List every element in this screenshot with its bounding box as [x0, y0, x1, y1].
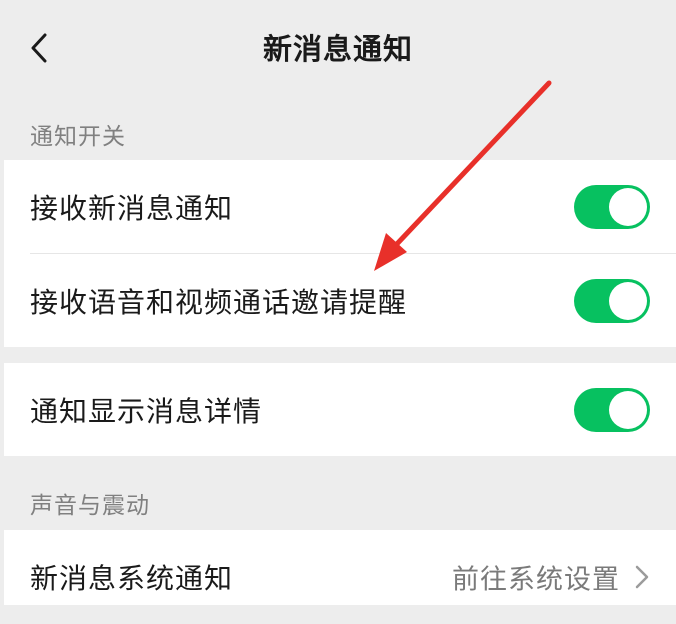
- row-label: 新消息系统通知: [30, 562, 234, 595]
- row-label: 通知显示消息详情: [30, 394, 263, 428]
- details-group: 通知显示消息详情: [4, 363, 676, 456]
- toggle-knob: [609, 390, 647, 429]
- notify-switch-group: 接收新消息通知 接收语音和视频通话邀请提醒: [4, 160, 676, 347]
- toggle-knob: [609, 188, 647, 226]
- row-receive-new-message: 接收新消息通知: [4, 160, 676, 254]
- voice-video-invite-toggle[interactable]: [574, 278, 650, 323]
- page-title: 新消息通知: [262, 32, 413, 66]
- receive-new-message-toggle[interactable]: [574, 185, 650, 229]
- row-value: 前往系统设置: [452, 564, 620, 596]
- row-system-notification[interactable]: 新消息系统通知 前往系统设置: [4, 530, 676, 624]
- row-label: 接收语音和视频通话邀请提醒: [30, 285, 408, 319]
- sound-group: 新消息系统通知 前往系统设置: [4, 530, 676, 605]
- row-show-message-details: 通知显示消息详情: [4, 363, 676, 456]
- toggle-knob: [609, 281, 647, 320]
- chevron-right-icon: [635, 565, 649, 589]
- section-label-notify-switch: 通知开关: [30, 124, 126, 150]
- row-voice-video-invite: 接收语音和视频通话邀请提醒: [4, 254, 676, 347]
- row-label: 接收新消息通知: [30, 192, 234, 225]
- show-message-details-toggle[interactable]: [574, 387, 650, 432]
- section-label-sound-vibration: 声音与震动: [30, 493, 150, 519]
- top-bar: 新消息通知: [0, 0, 676, 96]
